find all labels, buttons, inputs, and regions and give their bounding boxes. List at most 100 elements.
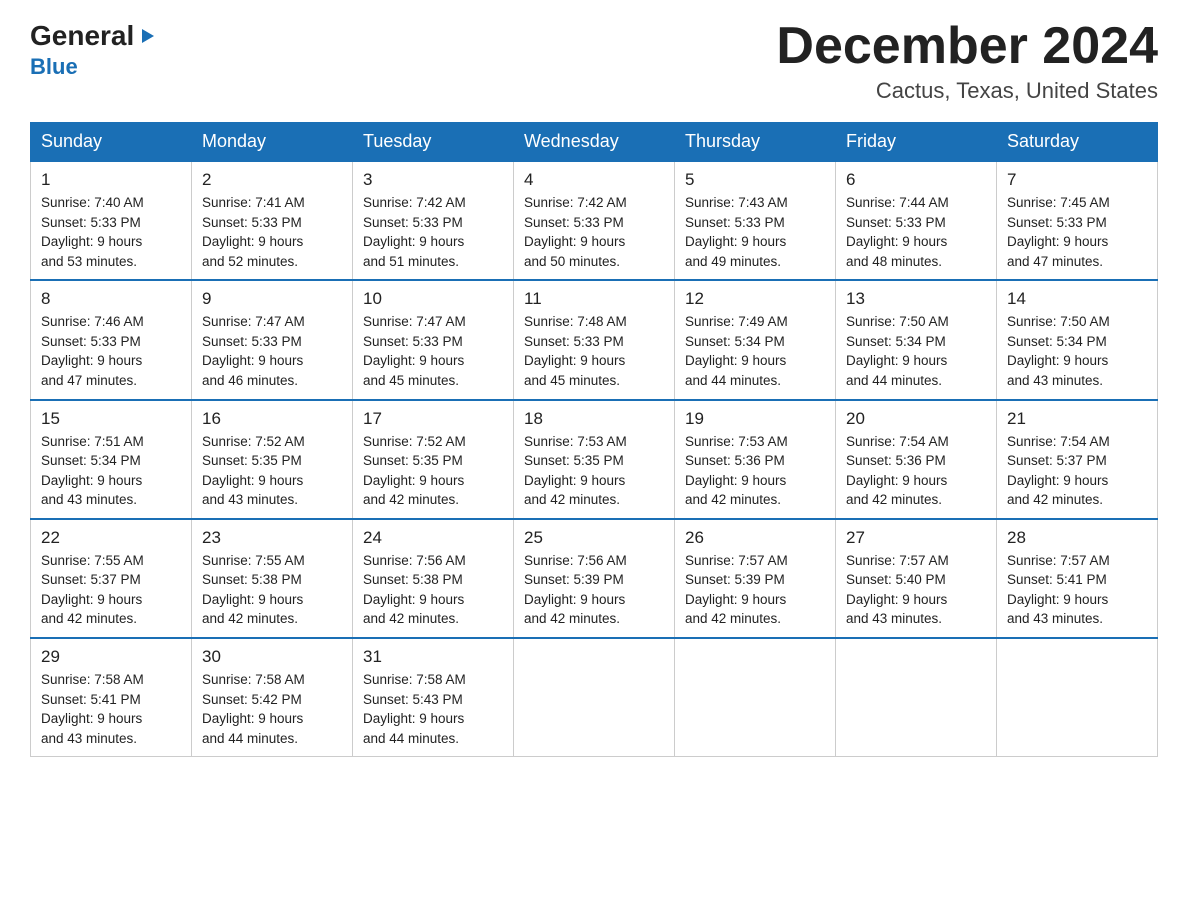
day-number: 21 bbox=[1007, 409, 1147, 429]
weekday-header-sunday: Sunday bbox=[31, 123, 192, 162]
logo-general-text: General bbox=[30, 20, 134, 52]
day-cell-22: 22 Sunrise: 7:55 AMSunset: 5:37 PMDayligh… bbox=[31, 519, 192, 638]
day-info: Sunrise: 7:53 AMSunset: 5:35 PMDaylight:… bbox=[524, 432, 664, 510]
logo-blue-text: Blue bbox=[30, 54, 78, 80]
empty-cell bbox=[997, 638, 1158, 757]
week-row-3: 15 Sunrise: 7:51 AMSunset: 5:34 PMDayligh… bbox=[31, 400, 1158, 519]
day-info: Sunrise: 7:51 AMSunset: 5:34 PMDaylight:… bbox=[41, 432, 181, 510]
day-cell-17: 17 Sunrise: 7:52 AMSunset: 5:35 PMDayligh… bbox=[353, 400, 514, 519]
day-number: 13 bbox=[846, 289, 986, 309]
day-cell-24: 24 Sunrise: 7:56 AMSunset: 5:38 PMDayligh… bbox=[353, 519, 514, 638]
day-number: 12 bbox=[685, 289, 825, 309]
calendar-table: SundayMondayTuesdayWednesdayThursdayFrid… bbox=[30, 122, 1158, 757]
empty-cell bbox=[675, 638, 836, 757]
weekday-header-thursday: Thursday bbox=[675, 123, 836, 162]
day-cell-21: 21 Sunrise: 7:54 AMSunset: 5:37 PMDayligh… bbox=[997, 400, 1158, 519]
week-row-1: 1 Sunrise: 7:40 AMSunset: 5:33 PMDaylight… bbox=[31, 161, 1158, 280]
day-number: 9 bbox=[202, 289, 342, 309]
day-cell-10: 10 Sunrise: 7:47 AMSunset: 5:33 PMDayligh… bbox=[353, 280, 514, 399]
day-info: Sunrise: 7:44 AMSunset: 5:33 PMDaylight:… bbox=[846, 193, 986, 271]
day-number: 7 bbox=[1007, 170, 1147, 190]
weekday-header-row: SundayMondayTuesdayWednesdayThursdayFrid… bbox=[31, 123, 1158, 162]
day-number: 19 bbox=[685, 409, 825, 429]
day-number: 14 bbox=[1007, 289, 1147, 309]
page-header: General Blue December 2024 Cactus, Texas… bbox=[30, 20, 1158, 104]
day-cell-20: 20 Sunrise: 7:54 AMSunset: 5:36 PMDayligh… bbox=[836, 400, 997, 519]
weekday-header-saturday: Saturday bbox=[997, 123, 1158, 162]
day-number: 10 bbox=[363, 289, 503, 309]
day-cell-12: 12 Sunrise: 7:49 AMSunset: 5:34 PMDayligh… bbox=[675, 280, 836, 399]
location-title: Cactus, Texas, United States bbox=[776, 78, 1158, 104]
day-number: 24 bbox=[363, 528, 503, 548]
day-cell-25: 25 Sunrise: 7:56 AMSunset: 5:39 PMDayligh… bbox=[514, 519, 675, 638]
day-number: 27 bbox=[846, 528, 986, 548]
week-row-4: 22 Sunrise: 7:55 AMSunset: 5:37 PMDayligh… bbox=[31, 519, 1158, 638]
day-number: 28 bbox=[1007, 528, 1147, 548]
day-cell-26: 26 Sunrise: 7:57 AMSunset: 5:39 PMDayligh… bbox=[675, 519, 836, 638]
day-info: Sunrise: 7:47 AMSunset: 5:33 PMDaylight:… bbox=[202, 312, 342, 390]
day-number: 25 bbox=[524, 528, 664, 548]
empty-cell bbox=[514, 638, 675, 757]
day-number: 18 bbox=[524, 409, 664, 429]
day-number: 17 bbox=[363, 409, 503, 429]
week-row-5: 29 Sunrise: 7:58 AMSunset: 5:41 PMDayligh… bbox=[31, 638, 1158, 757]
day-info: Sunrise: 7:57 AMSunset: 5:41 PMDaylight:… bbox=[1007, 551, 1147, 629]
week-row-2: 8Sunrise: 7:46 AMSunset: 5:33 PMDaylight… bbox=[31, 280, 1158, 399]
day-info: Sunrise: 7:47 AMSunset: 5:33 PMDaylight:… bbox=[363, 312, 503, 390]
day-info: Sunrise: 7:58 AMSunset: 5:42 PMDaylight:… bbox=[202, 670, 342, 748]
day-cell-11: 11Sunrise: 7:48 AMSunset: 5:33 PMDayligh… bbox=[514, 280, 675, 399]
day-number: 11 bbox=[524, 289, 664, 309]
day-info: Sunrise: 7:56 AMSunset: 5:39 PMDaylight:… bbox=[524, 551, 664, 629]
day-info: Sunrise: 7:58 AMSunset: 5:43 PMDaylight:… bbox=[363, 670, 503, 748]
day-info: Sunrise: 7:43 AMSunset: 5:33 PMDaylight:… bbox=[685, 193, 825, 271]
day-cell-23: 23Sunrise: 7:55 AMSunset: 5:38 PMDayligh… bbox=[192, 519, 353, 638]
day-info: Sunrise: 7:54 AMSunset: 5:37 PMDaylight:… bbox=[1007, 432, 1147, 510]
day-number: 31 bbox=[363, 647, 503, 667]
day-cell-28: 28 Sunrise: 7:57 AMSunset: 5:41 PMDayligh… bbox=[997, 519, 1158, 638]
logo-arrow-icon bbox=[136, 25, 158, 47]
day-info: Sunrise: 7:50 AMSunset: 5:34 PMDaylight:… bbox=[846, 312, 986, 390]
day-cell-15: 15 Sunrise: 7:51 AMSunset: 5:34 PMDayligh… bbox=[31, 400, 192, 519]
day-number: 29 bbox=[41, 647, 181, 667]
day-cell-2: 2 Sunrise: 7:41 AMSunset: 5:33 PMDaylight… bbox=[192, 161, 353, 280]
day-info: Sunrise: 7:57 AMSunset: 5:40 PMDaylight:… bbox=[846, 551, 986, 629]
month-title: December 2024 bbox=[776, 20, 1158, 72]
day-info: Sunrise: 7:57 AMSunset: 5:39 PMDaylight:… bbox=[685, 551, 825, 629]
day-info: Sunrise: 7:52 AMSunset: 5:35 PMDaylight:… bbox=[363, 432, 503, 510]
day-cell-8: 8Sunrise: 7:46 AMSunset: 5:33 PMDaylight… bbox=[31, 280, 192, 399]
day-info: Sunrise: 7:53 AMSunset: 5:36 PMDaylight:… bbox=[685, 432, 825, 510]
day-info: Sunrise: 7:56 AMSunset: 5:38 PMDaylight:… bbox=[363, 551, 503, 629]
day-info: Sunrise: 7:52 AMSunset: 5:35 PMDaylight:… bbox=[202, 432, 342, 510]
title-block: December 2024 Cactus, Texas, United Stat… bbox=[776, 20, 1158, 104]
day-cell-30: 30Sunrise: 7:58 AMSunset: 5:42 PMDayligh… bbox=[192, 638, 353, 757]
day-info: Sunrise: 7:41 AMSunset: 5:33 PMDaylight:… bbox=[202, 193, 342, 271]
day-info: Sunrise: 7:54 AMSunset: 5:36 PMDaylight:… bbox=[846, 432, 986, 510]
day-cell-6: 6 Sunrise: 7:44 AMSunset: 5:33 PMDaylight… bbox=[836, 161, 997, 280]
day-info: Sunrise: 7:49 AMSunset: 5:34 PMDaylight:… bbox=[685, 312, 825, 390]
day-number: 26 bbox=[685, 528, 825, 548]
day-info: Sunrise: 7:58 AMSunset: 5:41 PMDaylight:… bbox=[41, 670, 181, 748]
day-number: 3 bbox=[363, 170, 503, 190]
weekday-header-friday: Friday bbox=[836, 123, 997, 162]
day-info: Sunrise: 7:45 AMSunset: 5:33 PMDaylight:… bbox=[1007, 193, 1147, 271]
day-number: 20 bbox=[846, 409, 986, 429]
day-info: Sunrise: 7:42 AMSunset: 5:33 PMDaylight:… bbox=[363, 193, 503, 271]
day-cell-1: 1 Sunrise: 7:40 AMSunset: 5:33 PMDaylight… bbox=[31, 161, 192, 280]
day-number: 6 bbox=[846, 170, 986, 190]
day-cell-5: 5Sunrise: 7:43 AMSunset: 5:33 PMDaylight… bbox=[675, 161, 836, 280]
logo: General Blue bbox=[30, 20, 158, 80]
day-info: Sunrise: 7:50 AMSunset: 5:34 PMDaylight:… bbox=[1007, 312, 1147, 390]
day-info: Sunrise: 7:40 AMSunset: 5:33 PMDaylight:… bbox=[41, 193, 181, 271]
day-number: 4 bbox=[524, 170, 664, 190]
day-number: 2 bbox=[202, 170, 342, 190]
day-number: 15 bbox=[41, 409, 181, 429]
day-cell-7: 7 Sunrise: 7:45 AMSunset: 5:33 PMDaylight… bbox=[997, 161, 1158, 280]
weekday-header-wednesday: Wednesday bbox=[514, 123, 675, 162]
day-number: 1 bbox=[41, 170, 181, 190]
day-number: 22 bbox=[41, 528, 181, 548]
day-cell-31: 31 Sunrise: 7:58 AMSunset: 5:43 PMDayligh… bbox=[353, 638, 514, 757]
day-info: Sunrise: 7:42 AMSunset: 5:33 PMDaylight:… bbox=[524, 193, 664, 271]
day-info: Sunrise: 7:55 AMSunset: 5:37 PMDaylight:… bbox=[41, 551, 181, 629]
day-cell-18: 18 Sunrise: 7:53 AMSunset: 5:35 PMDayligh… bbox=[514, 400, 675, 519]
day-cell-3: 3 Sunrise: 7:42 AMSunset: 5:33 PMDaylight… bbox=[353, 161, 514, 280]
